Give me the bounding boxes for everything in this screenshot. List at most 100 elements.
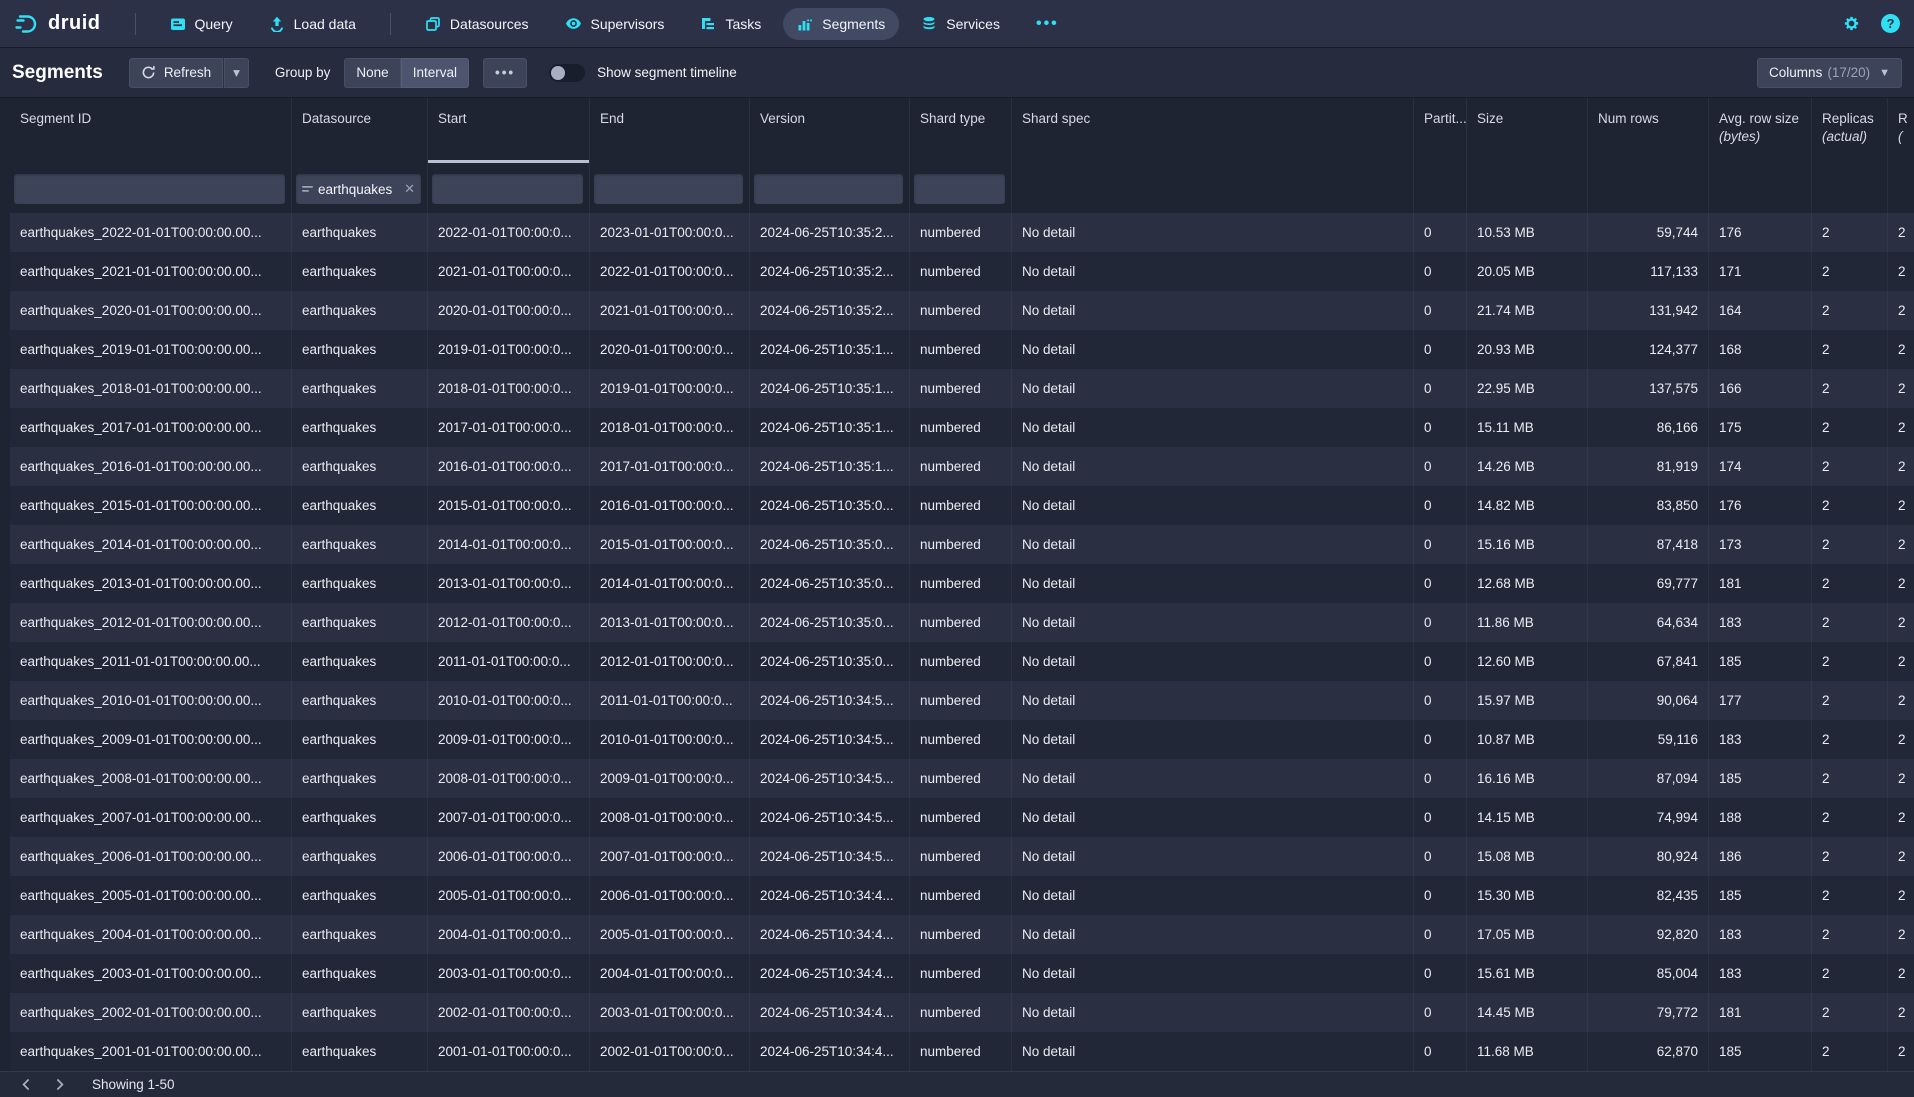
segment-row[interactable]: earthquakes_2019-01-01T00:00:00.00...ear… — [10, 330, 1914, 369]
cell-num_rows: 86,166 — [1588, 408, 1709, 447]
column-header-datasource[interactable]: Datasource — [292, 98, 428, 166]
cell-id: earthquakes_2014-01-01T00:00:00.00... — [10, 525, 292, 564]
filter-cell-avg_row_size — [1709, 166, 1812, 213]
cell-num_rows: 67,841 — [1588, 642, 1709, 681]
nav-item-label: Services — [946, 16, 1000, 32]
nav-item-datasources[interactable]: Datasources — [411, 8, 543, 40]
cell-end: 2014-01-01T00:00:0... — [590, 564, 750, 603]
segment-row[interactable]: earthquakes_2021-01-01T00:00:00.00...ear… — [10, 252, 1914, 291]
cell-datasource: earthquakes — [292, 564, 428, 603]
column-header-shard_type[interactable]: Shard type — [910, 98, 1012, 166]
columns-count: (17/20) — [1827, 65, 1870, 80]
nav-item-supervisors[interactable]: Supervisors — [551, 7, 679, 40]
more-options-button[interactable]: ••• — [483, 58, 527, 88]
cell-replicas: 2 — [1812, 642, 1888, 681]
cell-version: 2024-06-25T10:34:5... — [750, 798, 910, 837]
segment-row[interactable]: earthquakes_2012-01-01T00:00:00.00...ear… — [10, 603, 1914, 642]
segment-row[interactable]: earthquakes_2018-01-01T00:00:00.00...ear… — [10, 369, 1914, 408]
nav-item-load-data[interactable]: Load data — [255, 8, 370, 40]
segment-row[interactable]: earthquakes_2011-01-01T00:00:00.00...ear… — [10, 642, 1914, 681]
refresh-dropdown-button[interactable]: ▾ — [223, 58, 249, 88]
cell-replication_factor: 2 — [1888, 798, 1914, 837]
cell-avg_row_size: 168 — [1709, 330, 1812, 369]
cell-end: 2019-01-01T00:00:0... — [590, 369, 750, 408]
segment-row[interactable]: earthquakes_2004-01-01T00:00:00.00...ear… — [10, 915, 1914, 954]
segment-row[interactable]: earthquakes_2014-01-01T00:00:00.00...ear… — [10, 525, 1914, 564]
cell-partition: 0 — [1414, 876, 1467, 915]
cell-version: 2024-06-25T10:35:2... — [750, 213, 910, 252]
cell-replicas: 2 — [1812, 564, 1888, 603]
help-icon[interactable]: ? — [1881, 14, 1900, 33]
column-label: Partit... — [1424, 111, 1467, 126]
group-by-interval-button[interactable]: Interval — [401, 58, 469, 88]
version-filter-input[interactable] — [754, 174, 903, 204]
column-header-size[interactable]: Size — [1467, 98, 1588, 166]
segment-row[interactable]: earthquakes_2016-01-01T00:00:00.00...ear… — [10, 447, 1914, 486]
nav-divider — [390, 13, 391, 35]
nav-item-more[interactable]: ••• — [1022, 7, 1073, 41]
segment-row[interactable]: earthquakes_2013-01-01T00:00:00.00...ear… — [10, 564, 1914, 603]
segment-row[interactable]: earthquakes_2007-01-01T00:00:00.00...ear… — [10, 798, 1914, 837]
cell-num_rows: 74,994 — [1588, 798, 1709, 837]
segment-row[interactable]: earthquakes_2009-01-01T00:00:00.00...ear… — [10, 720, 1914, 759]
cell-shard_spec: No detail — [1012, 642, 1414, 681]
column-header-shard_spec[interactable]: Shard spec — [1012, 98, 1414, 166]
column-header-start[interactable]: Start — [428, 98, 590, 166]
nav-item-query[interactable]: Query — [156, 8, 247, 40]
filter-chip-close-icon[interactable]: ✕ — [404, 181, 415, 197]
columns-dropdown-button[interactable]: Columns (17/20) ▼ — [1757, 58, 1902, 88]
segment-row[interactable]: earthquakes_2015-01-01T00:00:00.00...ear… — [10, 486, 1914, 525]
services-icon — [921, 16, 937, 32]
cell-version: 2024-06-25T10:35:2... — [750, 252, 910, 291]
segment-row[interactable]: earthquakes_2022-01-01T00:00:00.00...ear… — [10, 213, 1914, 252]
column-header-num_rows[interactable]: Num rows — [1588, 98, 1709, 166]
column-header-replicas[interactable]: Replicas(actual) — [1812, 98, 1888, 166]
segment-row[interactable]: earthquakes_2003-01-01T00:00:00.00...ear… — [10, 954, 1914, 993]
previous-page-button[interactable] — [10, 1072, 43, 1097]
end-filter-input[interactable] — [594, 174, 743, 204]
segment-row[interactable]: earthquakes_2017-01-01T00:00:00.00...ear… — [10, 408, 1914, 447]
column-header-partition[interactable]: Partit... — [1414, 98, 1467, 166]
cell-end: 2010-01-01T00:00:0... — [590, 720, 750, 759]
cell-id: earthquakes_2009-01-01T00:00:00.00... — [10, 720, 292, 759]
segment-row[interactable]: earthquakes_2005-01-01T00:00:00.00...ear… — [10, 876, 1914, 915]
column-header-avg_row_size[interactable]: Avg. row size(bytes) — [1709, 98, 1812, 166]
column-label: Segment ID — [20, 111, 91, 126]
datasource-filter-chip[interactable]: earthquakes✕ — [296, 174, 421, 204]
cell-id: earthquakes_2019-01-01T00:00:00.00... — [10, 330, 292, 369]
segment-timeline-toggle[interactable]: Show segment timeline — [549, 64, 737, 82]
segment-row[interactable]: earthquakes_2002-01-01T00:00:00.00...ear… — [10, 993, 1914, 1032]
group-by-none-button[interactable]: None — [344, 58, 400, 88]
segment-row[interactable]: earthquakes_2010-01-01T00:00:00.00...ear… — [10, 681, 1914, 720]
cell-replicas: 2 — [1812, 798, 1888, 837]
segment-row[interactable]: earthquakes_2008-01-01T00:00:00.00...ear… — [10, 759, 1914, 798]
id-filter-input[interactable] — [14, 174, 285, 204]
column-label: Num rows — [1598, 111, 1659, 126]
settings-gear-icon[interactable] — [1842, 14, 1861, 33]
nav-item-services[interactable]: Services — [907, 8, 1014, 40]
cell-start: 2007-01-01T00:00:0... — [428, 798, 590, 837]
nav-item-segments[interactable]: Segments — [783, 8, 899, 40]
druid-logo[interactable]: druid — [14, 11, 101, 37]
start-filter-input[interactable] — [432, 174, 583, 204]
cell-datasource: earthquakes — [292, 408, 428, 447]
cell-partition: 0 — [1414, 564, 1467, 603]
column-header-end[interactable]: End — [590, 98, 750, 166]
column-header-version[interactable]: Version — [750, 98, 910, 166]
column-header-replication_factor[interactable]: R( — [1888, 98, 1914, 166]
cell-end: 2004-01-01T00:00:0... — [590, 954, 750, 993]
shard_type-filter-input[interactable] — [914, 174, 1005, 204]
segment-row[interactable]: earthquakes_2001-01-01T00:00:00.00...ear… — [10, 1032, 1914, 1071]
cell-size: 15.30 MB — [1467, 876, 1588, 915]
segment-row[interactable]: earthquakes_2006-01-01T00:00:00.00...ear… — [10, 837, 1914, 876]
cell-avg_row_size: 185 — [1709, 642, 1812, 681]
segment-row[interactable]: earthquakes_2020-01-01T00:00:00.00...ear… — [10, 291, 1914, 330]
cell-replicas: 2 — [1812, 330, 1888, 369]
nav-item-tasks[interactable]: Tasks — [686, 8, 775, 40]
next-page-button[interactable] — [43, 1072, 76, 1097]
column-header-id[interactable]: Segment ID — [10, 98, 292, 166]
cell-partition: 0 — [1414, 915, 1467, 954]
cell-id: earthquakes_2002-01-01T00:00:00.00... — [10, 993, 292, 1032]
cell-avg_row_size: 183 — [1709, 954, 1812, 993]
refresh-button[interactable]: Refresh — [129, 58, 223, 88]
